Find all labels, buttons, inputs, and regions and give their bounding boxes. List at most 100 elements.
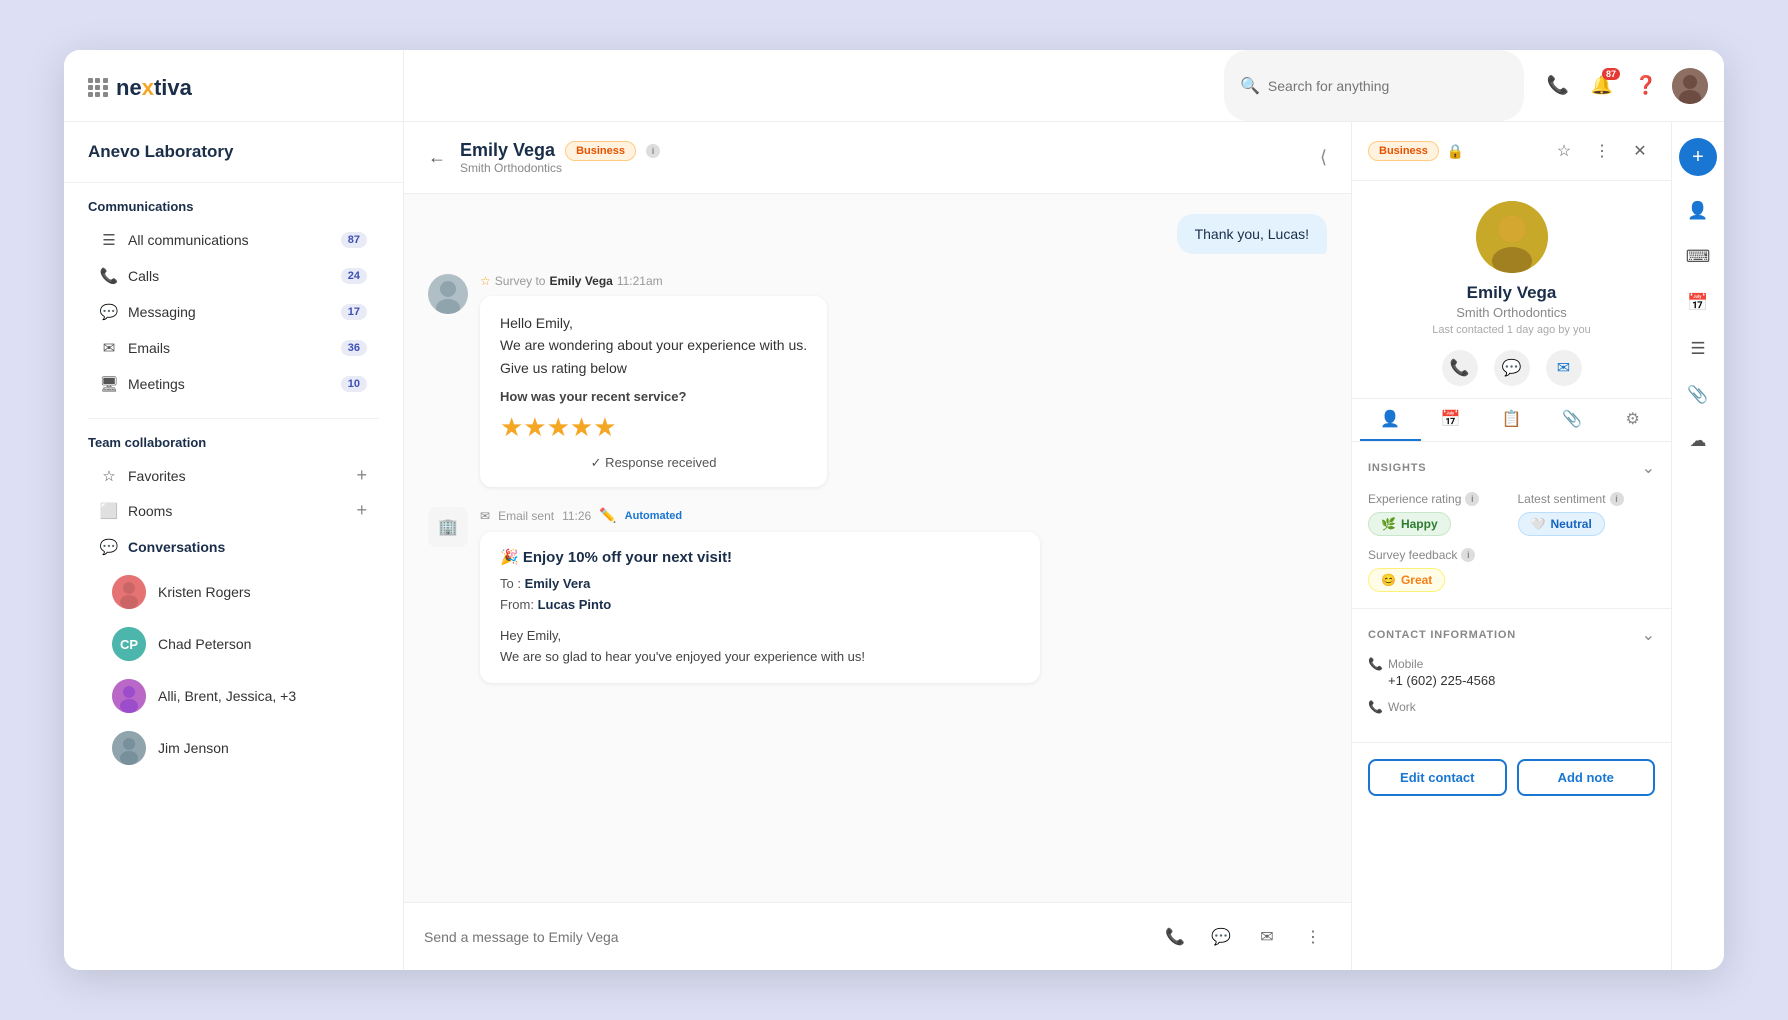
cloud-icon[interactable]: ☁ <box>1679 422 1717 460</box>
phone-icon[interactable]: 📞 <box>1540 68 1576 104</box>
chat-action-icon[interactable]: 💬 <box>1203 919 1239 955</box>
conversation-jim-jenson[interactable]: Jim Jenson <box>88 722 379 774</box>
favorites-label: Favorites <box>128 468 346 484</box>
tab-person[interactable]: 👤 <box>1360 399 1421 441</box>
all-communications-label: All communications <box>128 232 331 248</box>
notifications-icon[interactable]: 🔔 87 <box>1584 68 1620 104</box>
insights-title: INSIGHTS <box>1368 462 1426 474</box>
avatar-jim <box>112 731 146 765</box>
chat-header-left: ← Emily Vega Business i Smith Orthodonti… <box>428 140 660 175</box>
sidebar-item-all-communications[interactable]: ☰ All communications 87 <box>88 222 379 258</box>
edit-contact-button[interactable]: Edit contact <box>1368 759 1507 796</box>
chat-contact-company: Smith Orthodontics <box>460 161 660 175</box>
right-panel-header: Business 🔒 ☆ ⋮ ✕ <box>1352 122 1671 181</box>
tab-attachment[interactable]: 📎 <box>1542 399 1603 441</box>
sentiment-info-icon[interactable]: i <box>1610 492 1624 506</box>
team-collab-section: Team collaboration ☆ Favorites + ⬜ Rooms… <box>64 427 403 782</box>
survey-body: Hello Emily, We are wondering about your… <box>500 312 807 379</box>
favorites-item[interactable]: ☆ Favorites + <box>88 458 379 493</box>
grid-icon <box>88 78 108 98</box>
messaging-label: Messaging <box>128 304 331 320</box>
email-action-icon[interactable]: ✉ <box>1249 919 1285 955</box>
call-action-icon[interactable]: 📞 <box>1157 919 1193 955</box>
keypad-icon[interactable]: ⌨ <box>1679 238 1717 276</box>
back-button[interactable]: ← <box>428 147 446 168</box>
email-meta: ✉ Email sent 11:26 ✏️ Automated <box>480 507 1327 524</box>
add-note-button[interactable]: Add note <box>1517 759 1656 796</box>
messaging-icon: 💬 <box>100 303 118 321</box>
phone-contact-btn[interactable]: 📞 <box>1442 350 1478 386</box>
sidebar-header: nextiva <box>64 50 403 122</box>
tab-settings[interactable]: ⚙ <box>1602 399 1663 441</box>
phone-icon-small: 📞 <box>1368 657 1383 671</box>
conversation-group[interactable]: Alli, Brent, Jessica, +3 <box>88 670 379 722</box>
right-panel: Business 🔒 ☆ ⋮ ✕ <box>1352 122 1672 970</box>
right-panel-footer-buttons: Edit contact Add note <box>1352 742 1671 812</box>
org-name: Anevo Laboratory <box>64 122 403 183</box>
sidebar-item-emails[interactable]: ✉ Emails 36 <box>88 330 379 366</box>
calendar-icon[interactable]: 📅 <box>1679 284 1717 322</box>
work-phone-icon: 📞 <box>1368 700 1383 714</box>
add-favorites-button[interactable]: + <box>356 465 367 486</box>
insights-grid: Experience rating i 🌿 Happy L <box>1368 492 1655 536</box>
add-rooms-button[interactable]: + <box>356 500 367 521</box>
notification-badge: 87 <box>1602 68 1620 80</box>
conversation-name-group: Alli, Brent, Jessica, +3 <box>158 688 296 704</box>
feedback-info-icon[interactable]: i <box>1461 548 1475 562</box>
tab-calendar[interactable]: 📅 <box>1421 399 1482 441</box>
right-panel-actions: ☆ ⋮ ✕ <box>1549 136 1655 166</box>
email-card: 🎉 Enjoy 10% off your next visit! To : Em… <box>480 532 1040 683</box>
star-action-icon[interactable]: ☆ <box>1549 136 1579 166</box>
add-action-button[interactable]: + <box>1679 138 1717 176</box>
collapse-panel-icon[interactable]: ⟨ <box>1320 147 1327 168</box>
chat-contact-name: Emily Vega <box>460 140 555 161</box>
chat-input[interactable] <box>424 929 1145 945</box>
experience-rating-value: 🌿 Happy <box>1368 512 1451 536</box>
chat-header-right: ⟨ <box>1320 147 1327 168</box>
search-box[interactable]: 🔍 <box>1224 50 1524 121</box>
search-input[interactable] <box>1268 78 1468 94</box>
thank-you-bubble: Thank you, Lucas! <box>1177 214 1327 254</box>
info-icon[interactable]: i <box>646 144 660 158</box>
automated-badge: Automated <box>625 510 682 522</box>
user-avatar[interactable] <box>1672 68 1708 104</box>
email-icon-box: 🏢 <box>428 507 468 547</box>
insights-collapse-icon[interactable]: ⌄ <box>1642 458 1655 478</box>
chat-input-actions: 📞 💬 ✉ ⋮ <box>1157 919 1331 955</box>
contact-avatar <box>1476 201 1548 273</box>
communications-section: Communications ☰ All communications 87 📞… <box>64 183 403 410</box>
more-action-icon[interactable]: ⋮ <box>1587 136 1617 166</box>
person-tab-icon[interactable]: 👤 <box>1679 192 1717 230</box>
more-options-icon[interactable]: ⋮ <box>1295 919 1331 955</box>
contact-panel-company: Smith Orthodontics <box>1456 305 1567 320</box>
experience-rating-item: Experience rating i 🌿 Happy <box>1368 492 1506 536</box>
sidebar-item-messaging[interactable]: 💬 Messaging 17 <box>88 294 379 330</box>
sidebar-item-calls[interactable]: 📞 Calls 24 <box>88 258 379 294</box>
last-contacted: Last contacted 1 day ago by you <box>1432 324 1590 336</box>
insights-header: INSIGHTS ⌄ <box>1368 458 1655 478</box>
tab-list[interactable]: 📋 <box>1481 399 1542 441</box>
survey-question: How was your recent service? <box>500 389 807 404</box>
emails-badge: 36 <box>341 340 367 356</box>
survey-sender-avatar <box>428 274 468 314</box>
experience-rating-label: Experience rating i <box>1368 492 1506 506</box>
survey-meta: ☆ Survey to Emily Vega 11:21am <box>480 274 827 288</box>
rooms-item[interactable]: ⬜ Rooms + <box>88 493 379 528</box>
conversation-kristen-rogers[interactable]: Kristen Rogers <box>88 566 379 618</box>
email-contact-btn[interactable]: ✉ <box>1546 350 1582 386</box>
close-panel-icon[interactable]: ✕ <box>1625 136 1655 166</box>
contact-info-collapse-icon[interactable]: ⌄ <box>1642 625 1655 645</box>
latest-sentiment-item: Latest sentiment i 🤍 Neutral <box>1518 492 1656 536</box>
messaging-badge: 17 <box>341 304 367 320</box>
experience-info-icon[interactable]: i <box>1465 492 1479 506</box>
chat-contact-btn[interactable]: 💬 <box>1494 350 1530 386</box>
business-tag: Business <box>565 141 636 161</box>
team-collab-title: Team collaboration <box>88 435 379 450</box>
mobile-label: 📞 Mobile <box>1368 657 1655 671</box>
checklist-icon[interactable]: ☰ <box>1679 330 1717 368</box>
conversation-chad-peterson[interactable]: CP Chad Peterson <box>88 618 379 670</box>
sidebar-item-meetings[interactable]: 🖥 Meetings 10 <box>88 366 379 402</box>
conversations-icon: 💬 <box>100 538 118 556</box>
help-icon[interactable]: ❓ <box>1628 68 1664 104</box>
paperclip-icon[interactable]: 📎 <box>1679 376 1717 414</box>
